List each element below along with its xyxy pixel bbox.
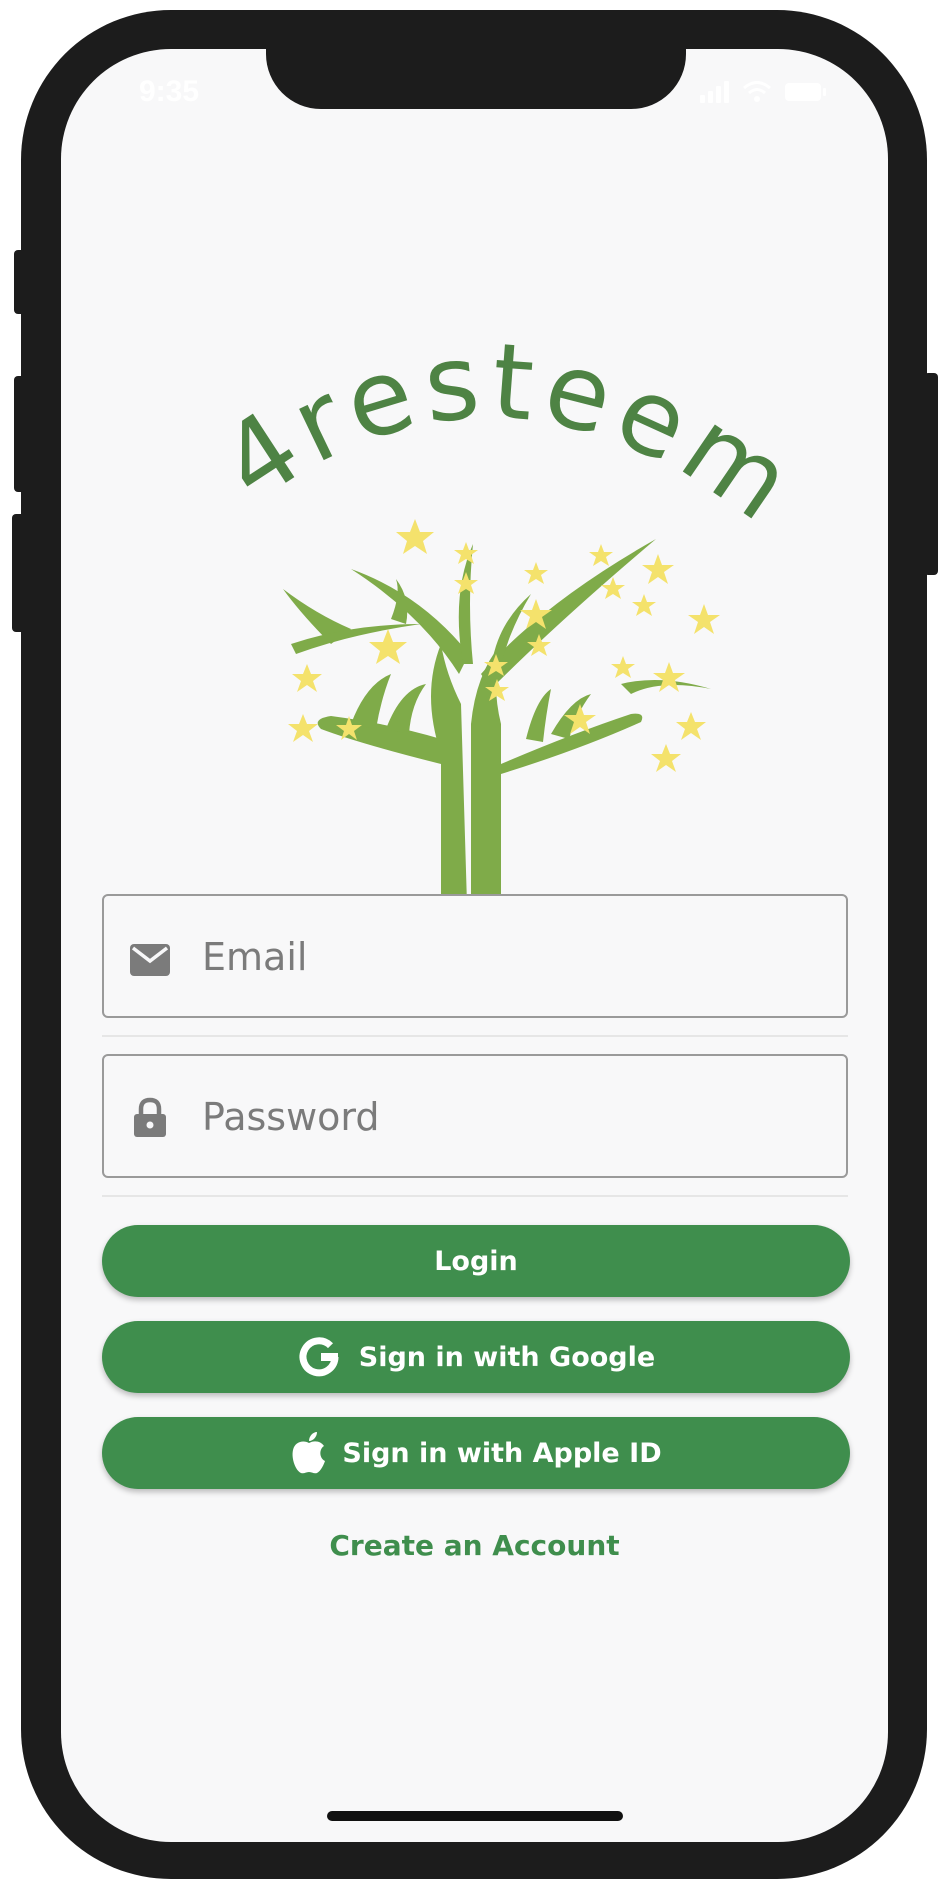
- email-divider: [102, 1035, 848, 1037]
- home-indicator[interactable]: [327, 1811, 623, 1821]
- create-account-link[interactable]: Create an Account: [61, 1529, 888, 1562]
- email-field[interactable]: [102, 894, 848, 1018]
- google-signin-button[interactable]: Sign in with Google: [102, 1321, 850, 1393]
- battery-icon: [785, 83, 826, 101]
- side-button-volume-up: [14, 376, 26, 492]
- google-button-label: Sign in with Google: [358, 1341, 656, 1373]
- side-button-mute: [14, 250, 26, 314]
- apple-signin-button[interactable]: Sign in with Apple ID: [102, 1417, 850, 1489]
- side-button-volume-down: [12, 514, 26, 632]
- login-button[interactable]: Login: [102, 1225, 850, 1297]
- side-button-power: [924, 373, 938, 575]
- google-icon: [299, 1337, 339, 1377]
- login-button-label: Login: [434, 1245, 518, 1277]
- apple-icon: [292, 1432, 326, 1474]
- lock-icon: [134, 1097, 166, 1137]
- password-input[interactable]: [200, 1086, 824, 1148]
- password-field[interactable]: [102, 1054, 848, 1178]
- notch: [266, 49, 686, 109]
- brand-logo-text: 4resteem: [200, 344, 811, 549]
- apple-button-label: Sign in with Apple ID: [342, 1437, 662, 1469]
- wifi-icon: [743, 81, 771, 102]
- status-icons: [700, 81, 828, 103]
- signal-icon: [700, 81, 729, 103]
- email-input[interactable]: [200, 926, 824, 988]
- status-time: 9:35: [139, 75, 200, 108]
- envelope-icon: [130, 944, 170, 976]
- brand-logo: 4resteem: [200, 344, 811, 904]
- password-divider: [102, 1195, 848, 1197]
- app-screen: 9:35 4resteem Email Login Sign in with G…: [61, 49, 888, 1842]
